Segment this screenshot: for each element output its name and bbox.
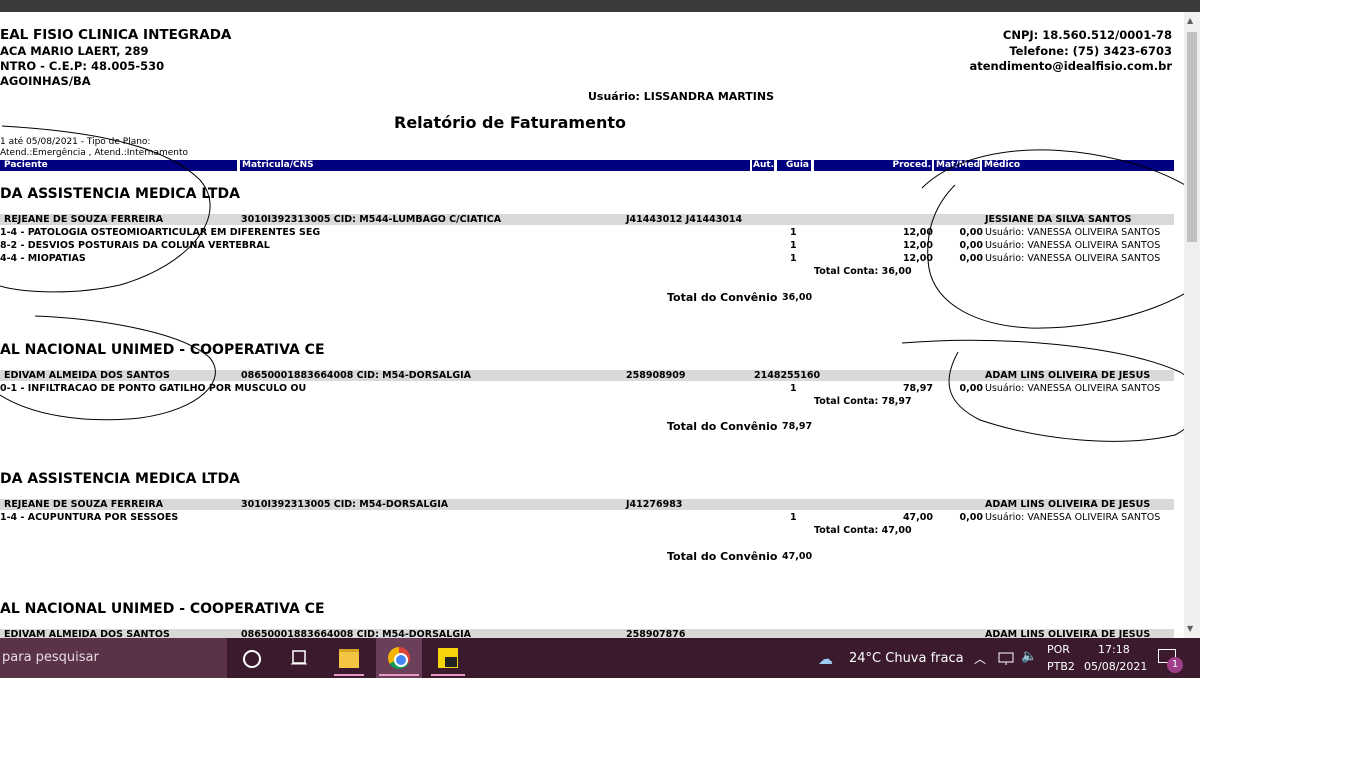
- network-icon[interactable]: [998, 651, 1016, 670]
- file-explorer-icon[interactable]: [330, 638, 368, 678]
- cortana-icon[interactable]: [243, 650, 261, 668]
- weather-cloud-icon[interactable]: ☁: [818, 650, 833, 668]
- volume-icon[interactable]: 🔈: [1021, 649, 1037, 664]
- search-placeholder: para pesquisar: [2, 650, 99, 665]
- scrollbar-thumb[interactable]: [1187, 32, 1197, 242]
- sticky-notes-icon[interactable]: [428, 638, 468, 678]
- keyboard-layout[interactable]: PTB2: [1047, 660, 1075, 673]
- screen: EAL FISIO CLINICA INTEGRADA ACA MARIO LA…: [0, 0, 1200, 678]
- task-view-icon[interactable]: [290, 648, 308, 670]
- vertical-scrollbar[interactable]: ▲ ▼: [1184, 12, 1200, 638]
- hand-drawn-annotations: [0, 125, 1200, 442]
- scroll-down-icon[interactable]: ▼: [1187, 624, 1193, 633]
- weather-text[interactable]: 24°C Chuva fraca: [849, 651, 964, 666]
- notification-badge: 1: [1167, 657, 1183, 673]
- chrome-icon[interactable]: [376, 638, 422, 678]
- taskbar-search-box[interactable]: para pesquisar: [0, 638, 227, 678]
- clock-date[interactable]: 05/08/2021: [1084, 660, 1147, 673]
- language-code[interactable]: POR: [1047, 643, 1070, 656]
- clock-time[interactable]: 17:18: [1098, 643, 1130, 656]
- chevron-up-icon[interactable]: ︿: [974, 650, 986, 667]
- scroll-up-icon[interactable]: ▲: [1187, 16, 1193, 25]
- taskbar: para pesquisar ☁ 24°C Chuva fraca ︿ 🔈 PO…: [0, 638, 1200, 678]
